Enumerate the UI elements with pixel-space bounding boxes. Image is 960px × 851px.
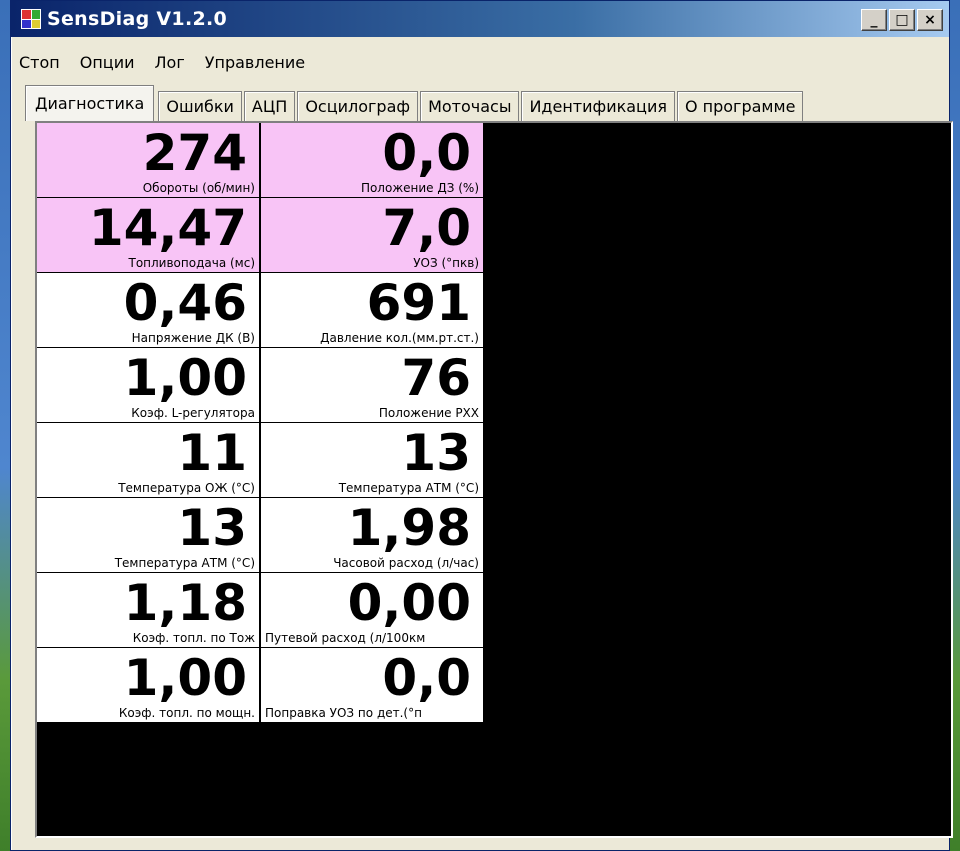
tab-engine-hours[interactable]: Моточасы [420,91,520,121]
param-fuel-coef-coolant: 1,18 Коэф. топл. по Тож [37,573,259,647]
menu-options[interactable]: Опции [80,53,135,72]
param-manifold-pressure: 691 Давление кол.(мм.рт.ст.) [261,273,483,347]
param-fuel-injection: 14,47 Топливоподача (мс) [37,198,259,272]
diagnostics-panel: 274 Обороты (об/мин) 0,0 Положение ДЗ (%… [35,121,953,838]
param-label: Поправка УОЗ по дет.(°п [265,706,422,720]
app-icon [21,9,41,29]
tab-diagnostics[interactable]: Диагностика [25,85,155,121]
tab-about[interactable]: О программе [676,91,804,121]
param-label: Топливоподача (мс) [128,256,255,270]
param-label: Давление кол.(мм.рт.ст.) [320,331,479,345]
param-value: 691 [366,274,471,332]
param-value: 7,0 [382,199,471,257]
param-label: Часовой расход (л/час) [333,556,479,570]
minimize-button[interactable]: _ [861,9,887,31]
param-value: 1,00 [123,349,247,407]
app-window: SensDiag V1.2.0 _ □ × Стоп Опции Лог Упр… [10,0,953,851]
param-coolant-temp: 11 Температура ОЖ (°C) [37,423,259,497]
param-value: 0,46 [123,274,247,332]
param-fuel-coef-power: 1,00 Коэф. топл. по мощн. [37,648,259,722]
param-value: 1,98 [347,499,471,557]
menu-control[interactable]: Управление [205,53,305,72]
tab-oscilloscope[interactable]: Осцилограф [297,91,419,121]
param-value: 0,0 [382,649,471,707]
tab-identification[interactable]: Идентификация [521,91,675,121]
param-label: Положение ДЗ (%) [360,181,479,195]
param-ambient-temp: 13 Температура АТМ (°C) [261,423,483,497]
param-value: 1,00 [123,649,247,707]
param-label: Коэф. L-регулятора [131,406,255,420]
param-ignition-timing: 7,0 УОЗ (°пкв) [261,198,483,272]
param-trip-consumption: 0,00 Путевой расход (л/100км [261,573,483,647]
param-value: 14,47 [88,199,247,257]
close-button[interactable]: × [917,9,943,31]
param-label: УОЗ (°пкв) [413,256,479,270]
title-bar[interactable]: SensDiag V1.2.0 _ □ × [11,1,949,37]
menu-log[interactable]: Лог [155,53,185,72]
param-value: 13 [177,499,247,557]
param-value: 0,0 [382,124,471,182]
param-hourly-consumption: 1,98 Часовой расход (л/час) [261,498,483,572]
param-label: Обороты (об/мин) [142,181,255,195]
param-ambient-temp-2: 13 Температура АТМ (°C) [37,498,259,572]
param-label: Температура АТМ (°C) [114,556,255,570]
param-value: 274 [142,124,247,182]
param-label: Напряжение ДК (В) [131,331,255,345]
param-throttle-position: 0,0 Положение ДЗ (%) [261,123,483,197]
tab-strip: Диагностика Ошибки АЦП Осцилограф Моточа… [25,85,805,121]
param-value: 76 [401,349,471,407]
param-rpm: 274 Обороты (об/мин) [37,123,259,197]
tab-errors[interactable]: Ошибки [158,91,242,121]
param-label: Температура АТМ (°C) [338,481,479,495]
param-value: 1,18 [123,574,247,632]
menu-bar: Стоп Опции Лог Управление [11,49,949,75]
param-value: 11 [177,424,247,482]
param-lambda-coef: 1,00 Коэф. L-регулятора [37,348,259,422]
param-idle-valve-position: 76 Положение РХХ [261,348,483,422]
param-label: Коэф. топл. по Тож [132,631,255,645]
param-label: Путевой расход (л/100км [265,631,426,645]
parameter-grid: 274 Обороты (об/мин) 0,0 Положение ДЗ (%… [37,123,483,722]
param-value: 13 [401,424,471,482]
param-label: Положение РХХ [378,406,479,420]
menu-stop[interactable]: Стоп [19,53,60,72]
param-label: Коэф. топл. по мощн. [118,706,255,720]
param-label: Температура ОЖ (°C) [118,481,255,495]
param-knock-timing-correction: 0,0 Поправка УОЗ по дет.(°п [261,648,483,722]
window-title: SensDiag V1.2.0 [47,8,228,30]
param-value: 0,00 [347,574,471,632]
param-o2-voltage: 0,46 Напряжение ДК (В) [37,273,259,347]
tab-adc[interactable]: АЦП [243,91,296,121]
maximize-button[interactable]: □ [889,9,915,31]
